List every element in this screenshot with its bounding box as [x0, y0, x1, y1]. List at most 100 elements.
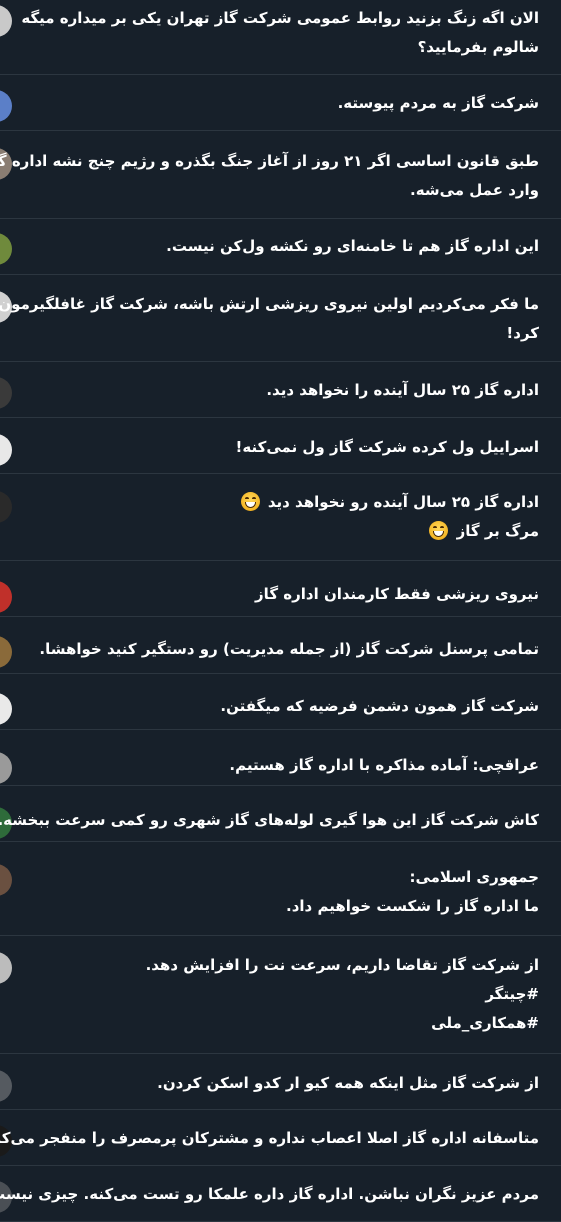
reply-line-text: از شرکت گاز مثل اینکه همه کیو ار کدو اسک… — [157, 1074, 539, 1092]
reply-text: الان اگه زنگ بزنید روابط عمومی شرکت گاز … — [21, 4, 539, 62]
reply-item[interactable]: کاش شرکت گاز این هوا گیری لوله‌های گاز ش… — [0, 787, 561, 842]
reply-text: اداره گاز ۲۵ سال آینده را نخواهد دید. — [28, 376, 539, 405]
reply-text-line: ما اداره گاز را شکست خواهیم داد. — [28, 892, 539, 921]
reply-text-line: از شرکت گاز مثل اینکه همه کیو ار کدو اسک… — [28, 1069, 539, 1098]
reply-text: اداره گاز ۲۵ سال آینده رو نخواهد دید مرگ… — [28, 488, 539, 546]
reply-text: تمامی پرسنل شرکت گاز (از جمله مدیریت) رو… — [28, 635, 539, 664]
reply-line-text: عراقچی: آماده مذاکره با اداره گاز هستیم. — [229, 756, 539, 774]
reply-text: مردم عزیز نگران نباشن. اداره گاز داره عل… — [0, 1180, 539, 1209]
reply-item[interactable]: از شرکت گاز تقاضا داریم، سرعت نت را افزا… — [0, 937, 561, 1054]
reply-line-text: #همکاری_ملی — [431, 1014, 539, 1032]
reply-text-line: این اداره گاز هم تا خامنه‌ای رو نکشه ول‌… — [28, 232, 539, 261]
reply-text-line: کاش شرکت گاز این هوا گیری لوله‌های گاز ش… — [0, 806, 539, 835]
reply-line-text: جمهوری اسلامی: — [409, 868, 539, 886]
reply-item[interactable]: متاسفانه اداره گاز اصلا اعصاب نداره و مش… — [0, 1111, 561, 1166]
reply-text-line: کرد! — [28, 319, 539, 348]
reply-text: نیروی ریزشی فقط کارمندان اداره گاز — [28, 580, 539, 609]
avatar[interactable] — [0, 693, 12, 725]
reply-text-line: عراقچی: آماده مذاکره با اداره گاز هستیم. — [28, 751, 539, 780]
avatar[interactable] — [0, 233, 12, 265]
reply-item[interactable]: از شرکت گاز مثل اینکه همه کیو ار کدو اسک… — [0, 1055, 561, 1110]
reply-line-text: این اداره گاز هم تا خامنه‌ای رو نکشه ول‌… — [166, 237, 539, 255]
reply-line-text: متاسفانه اداره گاز اصلا اعصاب نداره و مش… — [0, 1129, 539, 1147]
reply-text-line: اداره گاز ۲۵ سال آینده را نخواهد دید. — [28, 376, 539, 405]
reply-text-line: #همکاری_ملی — [28, 1009, 539, 1038]
reply-text: جمهوری اسلامی: ما اداره گاز را شکست خواهی… — [28, 863, 539, 921]
reply-item[interactable]: اداره گاز ۲۵ سال آینده را نخواهد دید. — [0, 363, 561, 418]
reply-text-line: اداره گاز ۲۵ سال آینده رو نخواهد دید — [28, 488, 539, 517]
reply-text-line: اسراییل ول کرده شرکت گاز ول نمی‌کنه! — [28, 433, 539, 462]
reply-text: کاش شرکت گاز این هوا گیری لوله‌های گاز ش… — [0, 806, 539, 835]
reply-item[interactable]: مردم عزیز نگران نباشن. اداره گاز داره عل… — [0, 1167, 561, 1222]
reply-text-line: مردم عزیز نگران نباشن. اداره گاز داره عل… — [0, 1180, 539, 1209]
avatar[interactable] — [0, 434, 12, 466]
reply-item[interactable]: طبق قانون اساسی اگر ۲۱ روز از آغاز جنگ ب… — [0, 132, 561, 219]
reply-line-text: اداره گاز ۲۵ سال آینده رو نخواهد دید — [267, 493, 539, 511]
reply-text-line: شالوم بفرمایید؟ — [28, 33, 539, 62]
reply-text-line: الان اگه زنگ بزنید روابط عمومی شرکت گاز … — [21, 4, 539, 33]
reply-line-text: ما فکر می‌کردیم اولین نیروی ریزشی ارتش ب… — [0, 295, 539, 313]
avatar[interactable] — [0, 90, 12, 122]
reply-text-line: تمامی پرسنل شرکت گاز (از جمله مدیریت) رو… — [28, 635, 539, 664]
reply-line-text: شرکت گاز همون دشمن فرضیه که میگفتن. — [220, 697, 539, 715]
reply-text-line: #چیتگر — [28, 980, 539, 1009]
reply-text: شرکت گاز به مردم پیوسته. — [28, 89, 539, 118]
reply-text: طبق قانون اساسی اگر ۲۱ روز از آغاز جنگ ب… — [0, 147, 539, 205]
reply-item[interactable]: جمهوری اسلامی: ما اداره گاز را شکست خواهی… — [0, 843, 561, 936]
reply-text: شرکت گاز همون دشمن فرضیه که میگفتن. — [28, 692, 539, 721]
reply-item[interactable]: عراقچی: آماده مذاکره با اداره گاز هستیم. — [0, 731, 561, 786]
reply-text-line: وارد عمل می‌شه. — [28, 176, 539, 205]
reply-text: از شرکت گاز مثل اینکه همه کیو ار کدو اسک… — [28, 1069, 539, 1098]
avatar[interactable] — [0, 864, 12, 896]
reply-item[interactable]: این اداره گاز هم تا خامنه‌ای رو نکشه ول‌… — [0, 220, 561, 275]
avatar[interactable] — [0, 491, 12, 523]
reply-line-text: #چیتگر — [485, 985, 539, 1003]
reply-text-line: متاسفانه اداره گاز اصلا اعصاب نداره و مش… — [0, 1124, 539, 1153]
reply-item[interactable]: شرکت گاز به مردم پیوسته. — [0, 76, 561, 131]
reply-line-text: کرد! — [506, 324, 539, 342]
avatar[interactable] — [0, 377, 12, 409]
reply-text-line: نیروی ریزشی فقط کارمندان اداره گاز — [28, 580, 539, 609]
reply-text-line: شرکت گاز همون دشمن فرضیه که میگفتن. — [28, 692, 539, 721]
reply-line-text: شرکت گاز به مردم پیوسته. — [337, 94, 539, 112]
reply-line-text: شالوم بفرمایید؟ — [417, 38, 539, 56]
avatar[interactable] — [0, 5, 12, 37]
reply-text: این اداره گاز هم تا خامنه‌ای رو نکشه ول‌… — [28, 232, 539, 261]
reply-line-text: کاش شرکت گاز این هوا گیری لوله‌های گاز ش… — [0, 811, 539, 829]
reply-line-text: مردم عزیز نگران نباشن. اداره گاز داره عل… — [0, 1185, 539, 1203]
reply-line-text: طبق قانون اساسی اگر ۲۱ روز از آغاز جنگ ب… — [0, 152, 539, 170]
reply-item[interactable]: اداره گاز ۲۵ سال آینده رو نخواهد دید مرگ… — [0, 475, 561, 561]
reply-text: عراقچی: آماده مذاکره با اداره گاز هستیم. — [28, 751, 539, 780]
reply-text: از شرکت گاز تقاضا داریم، سرعت نت را افزا… — [28, 951, 539, 1038]
reply-item[interactable]: الان اگه زنگ بزنید روابط عمومی شرکت گاز … — [0, 0, 561, 75]
reply-text-line: شرکت گاز به مردم پیوسته. — [28, 89, 539, 118]
reply-line-text: اسراییل ول کرده شرکت گاز ول نمی‌کنه! — [235, 438, 539, 456]
reply-text: اسراییل ول کرده شرکت گاز ول نمی‌کنه! — [28, 433, 539, 462]
grinning-face-emoji — [240, 492, 260, 511]
avatar[interactable] — [0, 581, 12, 613]
reply-line-text: الان اگه زنگ بزنید روابط عمومی شرکت گاز … — [21, 9, 539, 27]
reply-text-line: طبق قانون اساسی اگر ۲۱ روز از آغاز جنگ ب… — [0, 147, 539, 176]
reply-text: ما فکر می‌کردیم اولین نیروی ریزشی ارتش ب… — [0, 290, 539, 348]
avatar[interactable] — [0, 1070, 12, 1102]
reply-text-line: از شرکت گاز تقاضا داریم، سرعت نت را افزا… — [28, 951, 539, 980]
reply-line-text: تمامی پرسنل شرکت گاز (از جمله مدیریت) رو… — [39, 640, 539, 658]
reply-text-line: مرگ بر گاز — [28, 517, 539, 546]
reply-line-text: مرگ بر گاز — [456, 522, 539, 540]
reply-line-text: نیروی ریزشی فقط کارمندان اداره گاز — [255, 585, 539, 603]
grinning-face-emoji — [429, 521, 449, 540]
reply-line-text: ما اداره گاز را شکست خواهیم داد. — [286, 897, 539, 915]
reply-text-line: ما فکر می‌کردیم اولین نیروی ریزشی ارتش ب… — [0, 290, 539, 319]
reply-item[interactable]: شرکت گاز همون دشمن فرضیه که میگفتن. — [0, 675, 561, 730]
reply-item[interactable]: ما فکر می‌کردیم اولین نیروی ریزشی ارتش ب… — [0, 276, 561, 362]
reply-line-text: از شرکت گاز تقاضا داریم، سرعت نت را افزا… — [145, 956, 539, 974]
avatar[interactable] — [0, 636, 12, 668]
reply-item[interactable]: تمامی پرسنل شرکت گاز (از جمله مدیریت) رو… — [0, 618, 561, 674]
avatar[interactable] — [0, 952, 12, 984]
reply-line-text: وارد عمل می‌شه. — [410, 181, 539, 199]
reply-item[interactable]: نیروی ریزشی فقط کارمندان اداره گاز — [0, 562, 561, 617]
reply-text-line: جمهوری اسلامی: — [28, 863, 539, 892]
reply-item[interactable]: اسراییل ول کرده شرکت گاز ول نمی‌کنه! — [0, 419, 561, 474]
reply-text: متاسفانه اداره گاز اصلا اعصاب نداره و مش… — [0, 1124, 539, 1153]
avatar[interactable] — [0, 752, 12, 784]
